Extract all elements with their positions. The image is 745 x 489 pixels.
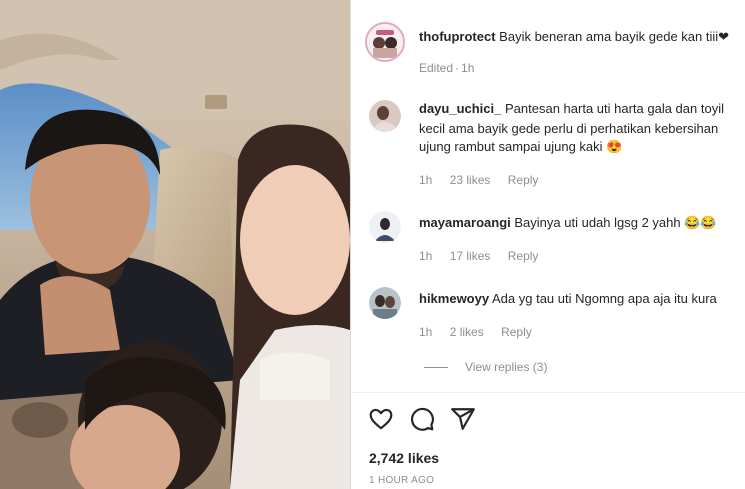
comment-item: dayu_uchici_ Pantesan harta uti harta ga… bbox=[351, 98, 745, 198]
comment-username[interactable]: mayamaroangi bbox=[419, 215, 511, 230]
reply-button[interactable]: Reply bbox=[508, 173, 539, 187]
comment-text: Bayinya uti udah lgsg 2 yahh 😂😂 bbox=[514, 215, 717, 230]
comment-username[interactable]: hikmewoyy bbox=[419, 291, 489, 306]
avatar-image bbox=[369, 287, 401, 319]
likes-count[interactable]: 2,742 likes bbox=[369, 450, 439, 466]
share-icon[interactable] bbox=[450, 406, 476, 432]
caption-meta: Edited · 1h bbox=[419, 61, 488, 75]
comment-text-line: kecil ama bayik gede perlu di perhatikan… bbox=[419, 121, 719, 136]
reply-button[interactable]: Reply bbox=[508, 249, 539, 263]
commenter-avatar[interactable] bbox=[369, 100, 401, 132]
comment-time: 1h bbox=[419, 173, 433, 187]
comment-line: mayamaroangi Bayinya uti udah lgsg 2 yah… bbox=[419, 214, 717, 232]
comment-likes[interactable]: 2 likes bbox=[450, 325, 484, 339]
avatar-image bbox=[369, 211, 401, 243]
avatar-image bbox=[369, 100, 401, 132]
comment-meta: 1h 23 likes Reply bbox=[419, 173, 552, 187]
commenter-avatar[interactable] bbox=[369, 287, 401, 319]
video-frame bbox=[0, 0, 350, 489]
comment-likes[interactable]: 17 likes bbox=[450, 249, 491, 263]
caption-text: Bayik beneran ama bayik gede kan tiii❤ bbox=[499, 29, 730, 44]
comment-meta: 1h 17 likes Reply bbox=[419, 249, 552, 263]
comments-panel: thofuprotect Bayik beneran ama bayik ged… bbox=[351, 0, 745, 489]
comment-line: dayu_uchici_ Pantesan harta uti harta ga… bbox=[419, 100, 724, 118]
view-replies-button[interactable]: View replies (3) bbox=[465, 360, 547, 374]
comment-text: Ada yg tau uti Ngomng apa aja itu kura bbox=[492, 291, 717, 306]
comment-item: mayamaroangi Bayinya uti udah lgsg 2 yah… bbox=[351, 211, 745, 271]
comment-username[interactable]: dayu_uchici_ bbox=[419, 101, 501, 116]
comment-likes[interactable]: 23 likes bbox=[450, 173, 491, 187]
author-username[interactable]: thofuprotect bbox=[419, 29, 496, 44]
author-avatar-image bbox=[367, 24, 403, 60]
comment-meta: 1h 2 likes Reply bbox=[419, 325, 546, 339]
caption-line: thofuprotect Bayik beneran ama bayik ged… bbox=[419, 28, 729, 46]
edited-label: Edited bbox=[419, 61, 454, 75]
post-caption: thofuprotect Bayik beneran ama bayik ged… bbox=[351, 20, 745, 80]
comment-time: 1h bbox=[419, 249, 433, 263]
view-replies-row[interactable]: View replies (3) bbox=[351, 358, 745, 378]
reply-button[interactable]: Reply bbox=[501, 325, 532, 339]
comment-text: Pantesan harta uti harta gala dan toyil bbox=[505, 101, 724, 116]
commenter-avatar[interactable] bbox=[369, 211, 401, 243]
post-timestamp: 1 HOUR AGO bbox=[369, 475, 435, 486]
comment-text-line: ujung rambut sampai ujung kaki 😍 bbox=[419, 139, 623, 154]
dot-separator: · bbox=[455, 61, 460, 75]
caption-time: 1h bbox=[461, 61, 475, 75]
instagram-post: thofuprotect Bayik beneran ama bayik ged… bbox=[0, 0, 745, 489]
author-avatar[interactable] bbox=[365, 22, 405, 62]
actions-separator bbox=[351, 392, 745, 393]
post-video[interactable] bbox=[0, 0, 350, 489]
heart-icon[interactable] bbox=[368, 406, 394, 432]
comment-item: hikmewoyy Ada yg tau uti Ngomng apa aja … bbox=[351, 287, 745, 347]
comment-icon[interactable] bbox=[409, 406, 435, 432]
comment-line: hikmewoyy Ada yg tau uti Ngomng apa aja … bbox=[419, 290, 717, 308]
replies-line bbox=[424, 367, 448, 368]
comment-time: 1h bbox=[419, 325, 433, 339]
